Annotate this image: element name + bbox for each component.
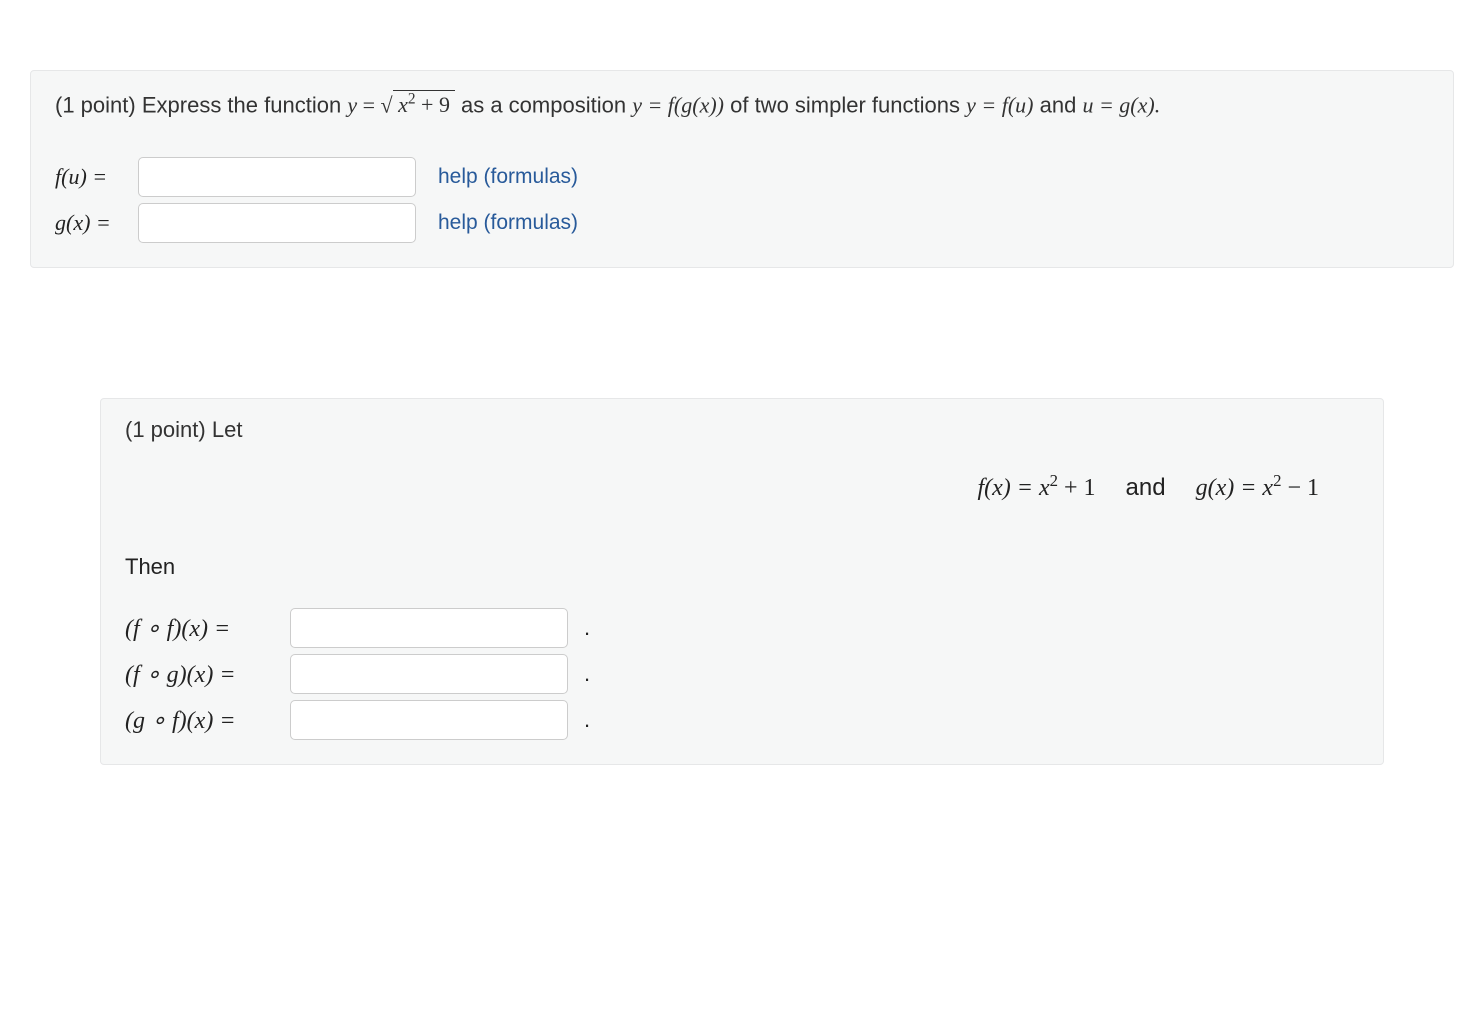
problem-1: (1 point) Express the function y = √ x2 …: [30, 70, 1454, 268]
u-gx: u = g(x).: [1082, 92, 1160, 117]
and: and: [1040, 92, 1077, 117]
then-text: Then: [125, 554, 1359, 580]
radicand: x2 + 9: [393, 90, 456, 117]
and-text: and: [1126, 474, 1166, 501]
points-label: (1 point): [125, 417, 206, 442]
problem-1-prompt: (1 point) Express the function y = √ x2 …: [55, 89, 1429, 151]
ff-row: (f ∘ f)(x) = .: [125, 608, 1359, 648]
fu-label: f(u) =: [55, 164, 130, 190]
f-def-lhs: f(x) = x: [977, 475, 1049, 501]
points-label: (1 point): [55, 92, 136, 117]
gf-label: (g ∘ f)(x) =: [125, 706, 280, 735]
problem-2: (1 point) Let f(x) = x2 + 1 and g(x) = x…: [100, 398, 1384, 765]
fg-input[interactable]: [290, 654, 568, 694]
sqrt-symbol: √: [381, 92, 393, 117]
y-fu: y = f(u): [966, 92, 1033, 117]
help-formulas-link[interactable]: help (formulas): [438, 165, 578, 189]
fu-input[interactable]: [138, 157, 416, 197]
period: .: [584, 661, 590, 687]
var-y: y: [347, 92, 357, 117]
fu-row: f(u) = help (formulas): [55, 157, 1429, 197]
period: .: [584, 615, 590, 641]
fg-label: (f ∘ g)(x) =: [125, 660, 280, 689]
gx-row: g(x) = help (formulas): [55, 203, 1429, 243]
g-def-lhs: g(x) = x: [1196, 475, 1273, 501]
fg-row: (f ∘ g)(x) = .: [125, 654, 1359, 694]
problem-2-prompt: (1 point) Let: [125, 417, 1359, 443]
let-text: Let: [212, 417, 243, 442]
gf-input[interactable]: [290, 700, 568, 740]
var-x: x: [398, 92, 408, 117]
gx-input[interactable]: [138, 203, 416, 243]
f-def-rhs: + 1: [1058, 475, 1096, 501]
ff-label: (f ∘ f)(x) =: [125, 614, 280, 643]
period: .: [584, 707, 590, 733]
plus9: + 9: [416, 92, 450, 117]
text: Express the function: [142, 92, 341, 117]
composition-eq: y = f(g(x)): [632, 92, 724, 117]
text: of two simpler functions: [730, 92, 960, 117]
help-formulas-link[interactable]: help (formulas): [438, 211, 578, 235]
function-definitions: f(x) = x2 + 1 and g(x) = x2 − 1: [125, 471, 1319, 502]
ff-input[interactable]: [290, 608, 568, 648]
text: as a composition: [461, 92, 626, 117]
gx-label: g(x) =: [55, 210, 130, 236]
gf-row: (g ∘ f)(x) = .: [125, 700, 1359, 740]
g-def-rhs: − 1: [1281, 475, 1319, 501]
